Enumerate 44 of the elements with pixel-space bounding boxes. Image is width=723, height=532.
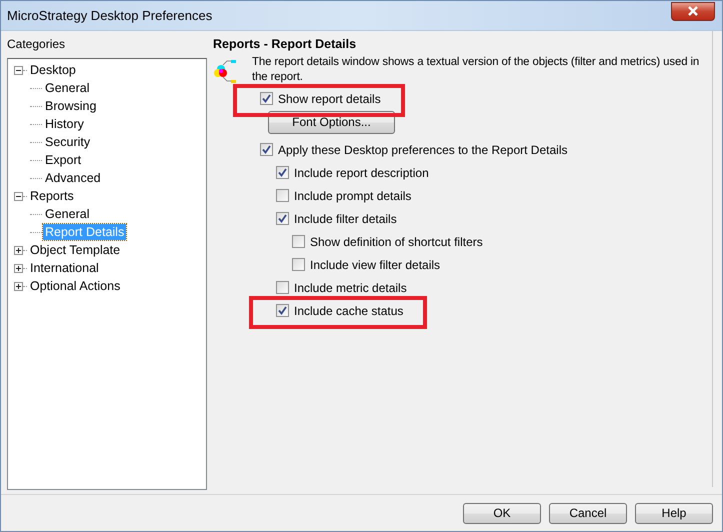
close-button[interactable]	[671, 2, 715, 20]
checkbox[interactable]	[276, 304, 289, 317]
tree-item[interactable]: Advanced	[43, 170, 103, 186]
checkbox[interactable]	[292, 258, 305, 271]
checkbox[interactable]	[260, 143, 273, 156]
checkbox-label: Show definition of shortcut filters	[310, 234, 483, 248]
collapse-icon[interactable]	[14, 192, 23, 200]
checkbox-label: Include view filter details	[310, 258, 440, 272]
checkbox[interactable]	[276, 189, 289, 202]
checkbox[interactable]	[260, 92, 273, 105]
close-icon	[687, 6, 699, 16]
window-title: MicroStrategy Desktop Preferences	[7, 8, 212, 23]
tree-item[interactable]: Desktop	[28, 62, 78, 78]
categories-label: Categories	[7, 37, 66, 53]
collapse-icon[interactable]	[14, 66, 23, 74]
checkbox[interactable]	[292, 235, 305, 248]
tree-item[interactable]: General	[43, 206, 92, 222]
expand-icon[interactable]	[14, 282, 23, 290]
tree-item[interactable]: Object Template	[28, 242, 122, 258]
checkbox-label: Include cache status	[294, 304, 404, 318]
checkbox[interactable]	[276, 166, 289, 179]
description-text: The report details window shows a textual version of the objects (filter and metrics) used in the report.	[252, 55, 700, 85]
checkbox-label: Include filter details	[294, 212, 397, 226]
tree-item[interactable]: Export	[43, 152, 84, 168]
tree-item[interactable]: Browsing	[43, 98, 98, 114]
panel-title: Reports - Report Details	[213, 37, 358, 53]
checkbox-label: Include report description	[294, 166, 429, 180]
dialog-button[interactable]: Cancel	[549, 502, 627, 524]
tree-item[interactable]: Reports	[28, 188, 76, 204]
expand-icon[interactable]	[14, 246, 23, 254]
checkbox-label: Include metric details	[294, 280, 407, 294]
checkbox-label: Apply these Desktop preferences to the Report Details	[278, 142, 568, 156]
tree-item[interactable]: Optional Actions	[28, 278, 122, 294]
expand-icon[interactable]	[14, 264, 23, 272]
checkbox[interactable]	[276, 212, 289, 225]
checkbox-label: Show report details	[278, 92, 381, 106]
tree-item[interactable]: History	[43, 116, 86, 132]
checkbox[interactable]	[276, 281, 289, 294]
tree-item[interactable]: Security	[43, 134, 92, 150]
tree-item[interactable]: General	[43, 80, 92, 96]
checkbox-label: Include prompt details	[294, 188, 412, 202]
dialog-button[interactable]: OK	[463, 502, 541, 524]
tree-item[interactable]: International	[28, 260, 101, 276]
dialog-button[interactable]: Help	[635, 502, 713, 524]
